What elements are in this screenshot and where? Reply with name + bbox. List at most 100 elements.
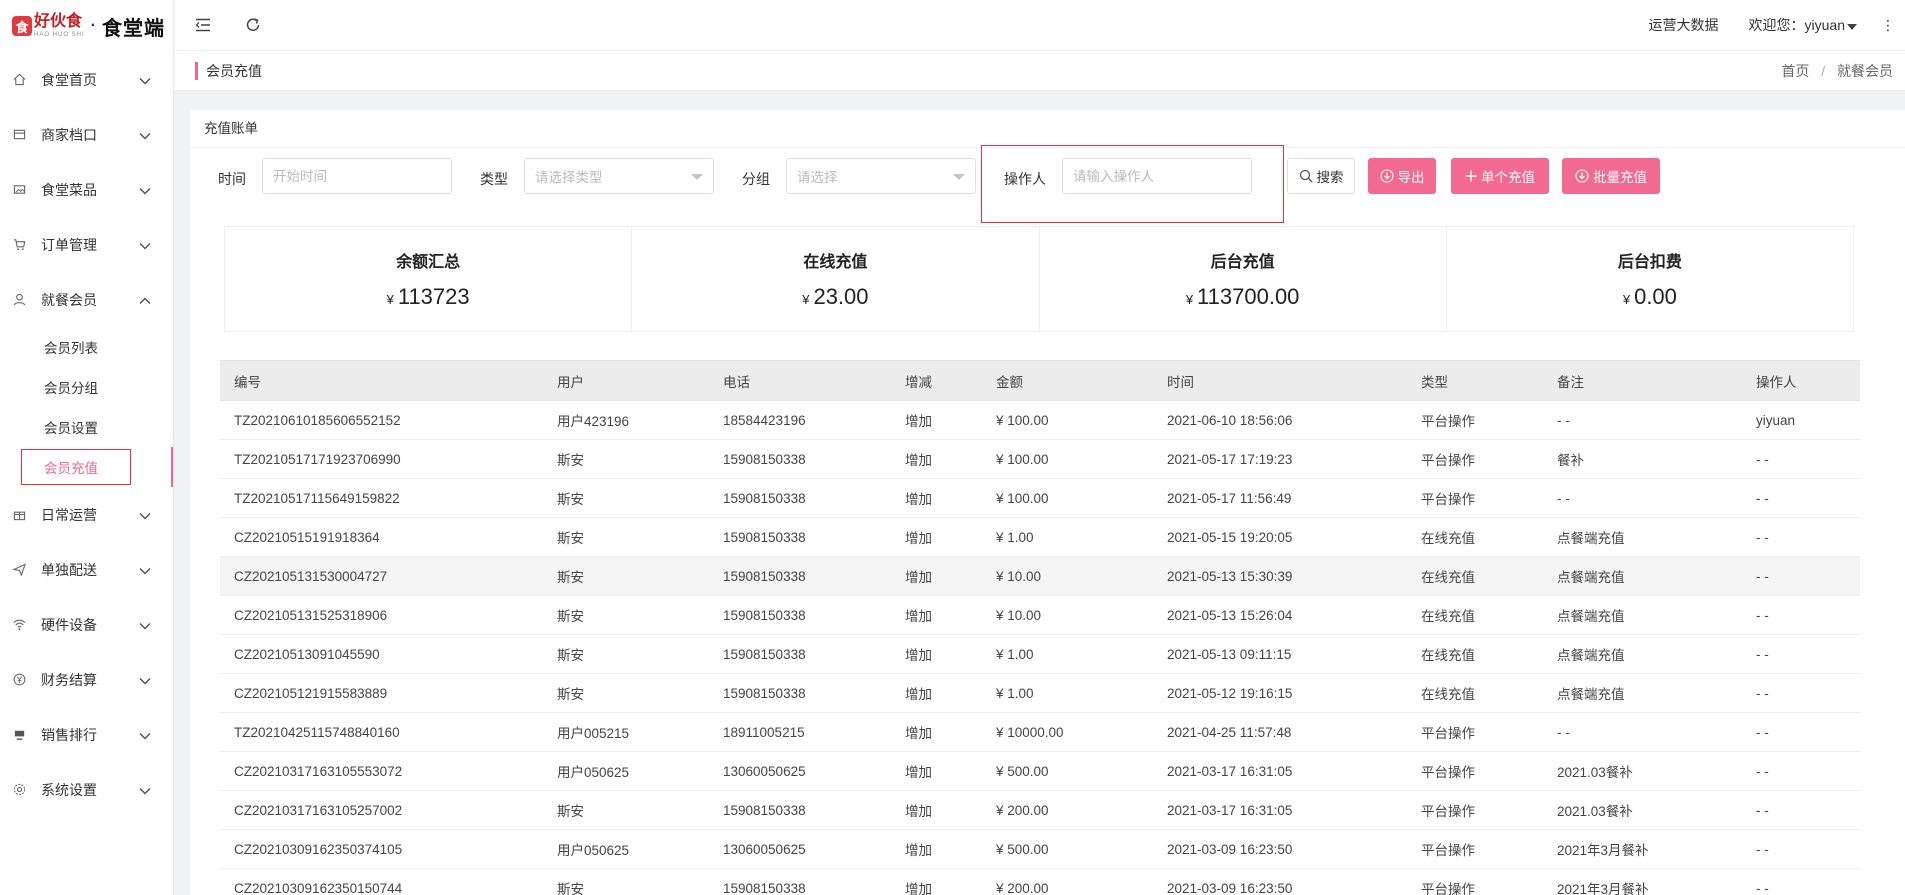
refresh-icon[interactable] — [243, 15, 263, 35]
chevron-down-icon — [139, 72, 151, 88]
table-cell: - - — [1742, 517, 1860, 557]
column-header: 编号 — [220, 360, 543, 401]
type-select[interactable]: 请选择类型 — [524, 158, 714, 194]
chevron-down-icon — [139, 507, 151, 523]
gift-icon — [12, 508, 26, 522]
chart-icon — [12, 728, 26, 742]
start-time-input[interactable] — [262, 158, 452, 194]
wifi-icon — [12, 618, 26, 632]
chevron-down-icon — [139, 127, 151, 143]
sidebar-item-sales-ranking[interactable]: 销售排行 — [0, 707, 173, 762]
page-tag-bar: 会员充值 首页 / 就餐会员 — [175, 51, 1905, 91]
table-cell: 斯安 — [543, 556, 709, 596]
breadcrumb-current: 就餐会员 — [1837, 62, 1893, 79]
table-cell: 15908150338 — [709, 517, 891, 557]
table-cell: 在线充值 — [1407, 517, 1543, 557]
sidebar-item-finance-settlement[interactable]: 财务结算 — [0, 652, 173, 707]
cart-icon — [12, 238, 26, 252]
column-header: 备注 — [1543, 360, 1742, 401]
sidebar-item-canteen-home[interactable]: 食堂首页 — [0, 52, 173, 107]
table-cell: CZ20210513091045590 — [220, 634, 543, 674]
operator-input[interactable] — [1062, 158, 1252, 194]
table-cell: 增加 — [891, 751, 982, 791]
table-row[interactable]: CZ20210317163105257002 斯安 15908150338 增加 ¥ 2… — [220, 790, 1860, 830]
table-cell: 点餐端充值 — [1543, 517, 1742, 557]
submenu-item-member-group[interactable]: 会员分组 — [0, 367, 173, 407]
sidebar-item-order-management[interactable]: 订单管理 — [0, 217, 173, 272]
table-cell: CZ202105131525318906 — [220, 595, 543, 635]
table-cell: ¥ 1.00 — [982, 673, 1153, 713]
table-cell: ¥ 500.00 — [982, 751, 1153, 791]
table-cell: - - — [1742, 790, 1860, 830]
sidebar-item-system-settings[interactable]: 系统设置 — [0, 762, 173, 817]
table-cell: TZ20210517171923706990 — [220, 439, 543, 479]
gear-icon — [12, 783, 26, 797]
sidebar-item-dining-members[interactable]: 就餐会员 — [0, 272, 173, 327]
sidebar-item-daily-operations[interactable]: 日常运营 — [0, 487, 173, 542]
logo-mark-icon: 食 — [12, 16, 32, 36]
table-row[interactable]: TZ20210425115748840160 用户005215 1891100521… — [220, 712, 1860, 752]
menu-fold-icon[interactable] — [193, 15, 213, 35]
operations-big-data-link[interactable]: 运营大数据 — [1649, 15, 1719, 35]
table-cell: 用户423196 — [543, 400, 709, 440]
table-cell: 增加 — [891, 517, 982, 557]
table-cell: - - — [1543, 712, 1742, 752]
caret-down-icon — [953, 174, 965, 180]
search-icon — [1299, 169, 1313, 183]
submenu-item-member-recharge[interactable]: 会员充值 — [0, 447, 173, 487]
stat-card-balance-total: 余额汇总 ¥113723 — [225, 227, 633, 331]
table-cell: - - — [1742, 712, 1860, 752]
table-cell: ¥ 10.00 — [982, 595, 1153, 635]
table-row[interactable]: CZ20210309162350150744 斯安 15908150338 增加 ¥ 2… — [220, 868, 1860, 895]
sidebar-item-canteen-dishes[interactable]: 食堂菜品 — [0, 162, 173, 217]
operator-label: 操作人 — [1004, 171, 1046, 187]
table-row[interactable]: TZ20210517115649159822 斯安 15908150338 增加 ¥ 1… — [220, 478, 1860, 518]
table-cell: 15908150338 — [709, 868, 891, 895]
sidebar-item-merchant-stall[interactable]: 商家档口 — [0, 107, 173, 162]
batch-recharge-button[interactable]: 批量充值 — [1562, 158, 1660, 194]
sidebar-item-separate-delivery[interactable]: 单独配送 — [0, 542, 173, 597]
single-recharge-button[interactable]: 单个充值 — [1451, 158, 1549, 194]
group-select[interactable]: 请选择 — [786, 158, 976, 194]
table-cell: - - — [1742, 439, 1860, 479]
table-row[interactable]: CZ20210515191918364 斯安 15908150338 增加 ¥ 1.00… — [220, 517, 1860, 557]
logo[interactable]: 食 好伙食 HAO HUO SHI · 食堂端 — [0, 0, 173, 52]
table-cell: 2021-05-12 19:16:15 — [1153, 673, 1407, 713]
download-icon — [1379, 169, 1394, 183]
table-row[interactable]: TZ20210610185606552152 用户423196 1858442319… — [220, 400, 1860, 440]
page-title: 会员充值 — [195, 61, 262, 80]
breadcrumb-home[interactable]: 首页 — [1781, 63, 1809, 79]
table-cell: - - — [1742, 868, 1860, 895]
export-button[interactable]: 导出 — [1368, 158, 1436, 194]
table-cell: 2021-03-09 16:23:50 — [1153, 829, 1407, 869]
table-row[interactable]: CZ20210309162350374105 用户050625 1306005062… — [220, 829, 1860, 869]
table-cell: - - — [1543, 400, 1742, 440]
table-cell: 用户050625 — [543, 751, 709, 791]
table-cell: 平台操作 — [1407, 400, 1543, 440]
column-header: 金额 — [982, 360, 1153, 401]
user-menu[interactable]: 欢迎您：yiyuan — [1749, 15, 1857, 35]
submenu-item-member-list[interactable]: 会员列表 — [0, 327, 173, 367]
table-row[interactable]: CZ20210512191558388​9 斯安 15908150338 增加 ¥ 1.… — [220, 673, 1860, 713]
submenu-item-member-settings[interactable]: 会员设置 — [0, 407, 173, 447]
chevron-down-icon — [139, 727, 151, 743]
search-button[interactable]: 搜索 — [1287, 158, 1355, 194]
table-row[interactable]: CZ20210513091045590 斯安 15908150338 增加 ¥ 1.00… — [220, 634, 1860, 674]
table-row[interactable]: TZ20210517171923706990 斯安 15908150338 增加 ¥ 1… — [220, 439, 1860, 479]
table-row[interactable]: CZ202105131525318906 斯安 15908150338 增加 ¥ 10.… — [220, 595, 1860, 635]
table-cell: 点餐端充值 — [1543, 595, 1742, 635]
recharge-bill-panel: 充值账单 时间 类型 请选择类型 分组 请选择 操作人 搜索 导出 — [190, 110, 1905, 895]
table-row[interactable]: CZ20210317163105553072 用户050625 1306005062… — [220, 751, 1860, 791]
table-cell: - - — [1742, 673, 1860, 713]
user-icon — [12, 293, 26, 307]
table-cell: 增加 — [891, 595, 982, 635]
table-row[interactable]: CZ202105131530004727 斯安 15908150338 增加 ¥ 10.… — [220, 556, 1860, 596]
sidebar-item-hardware-devices[interactable]: 硬件设备 — [0, 597, 173, 652]
image-icon — [12, 183, 26, 197]
logo-suffix: 食堂端 — [102, 17, 165, 40]
table-cell: 13060050625 — [709, 829, 891, 869]
table-cell: 斯安 — [543, 634, 709, 674]
type-label: 类型 — [480, 171, 508, 187]
table-cell: 在线充值 — [1407, 673, 1543, 713]
more-icon[interactable]: ⋮ — [1881, 17, 1895, 34]
